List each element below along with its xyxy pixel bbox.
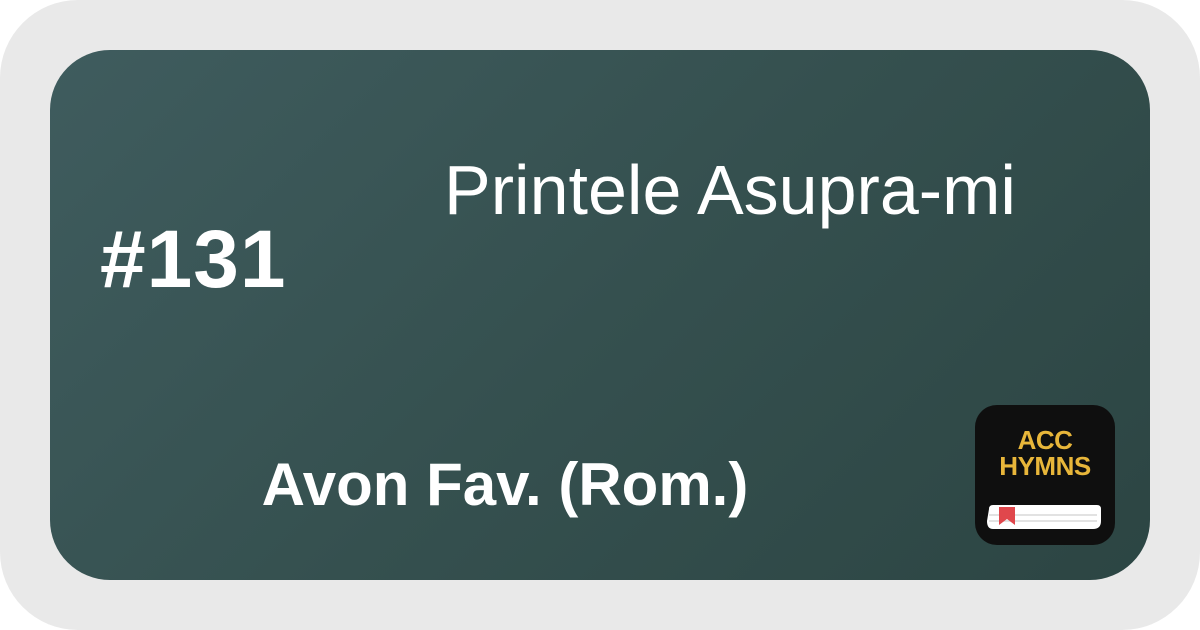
book-icon [985, 503, 1105, 533]
app-logo-line-2: HYMNS [975, 453, 1115, 479]
hymn-source: Avon Fav. (Rom.) [170, 440, 840, 530]
hymn-title: P rintele Asupra-mi [370, 145, 1090, 355]
app-logo-text: ACC HYMNS [975, 427, 1115, 479]
app-logo-line-1: ACC [975, 427, 1115, 453]
hymn-card: #131 P rintele Asupra-mi Avon Fav. (Rom.… [50, 50, 1150, 580]
app-logo: ACC HYMNS [975, 405, 1115, 545]
hymn-number: #131 [100, 205, 340, 315]
card-frame: #131 P rintele Asupra-mi Avon Fav. (Rom.… [0, 0, 1200, 630]
